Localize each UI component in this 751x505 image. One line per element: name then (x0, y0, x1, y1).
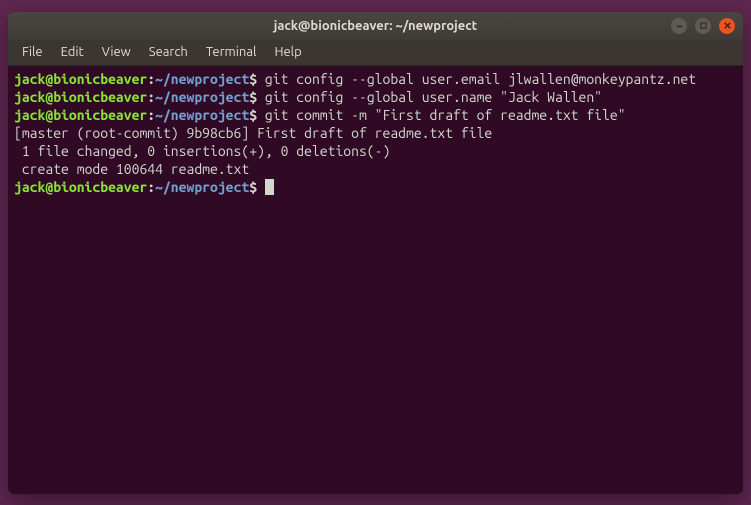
menu-edit[interactable]: Edit (53, 42, 92, 62)
window-title: jack@bionicbeaver: ~/newproject (274, 19, 477, 33)
menu-help[interactable]: Help (266, 42, 309, 62)
close-button[interactable] (719, 18, 735, 34)
prompt-dollar: $ (249, 89, 257, 105)
terminal-window: jack@bionicbeaver: ~/newproject File Edi… (8, 12, 743, 494)
command-line (257, 179, 265, 195)
output-line: [master (root-commit) 9b98cb6] First dra… (14, 125, 492, 141)
window-controls (671, 18, 735, 34)
prompt-user: jack@bionicbeaver (14, 107, 147, 123)
titlebar[interactable]: jack@bionicbeaver: ~/newproject (8, 12, 743, 40)
menubar: File Edit View Search Terminal Help (8, 40, 743, 66)
command-line: git config --global user.name "Jack Wall… (257, 89, 602, 105)
prompt-user: jack@bionicbeaver (14, 71, 147, 87)
prompt-dollar: $ (249, 107, 257, 123)
prompt-path: ~/newproject (155, 179, 249, 195)
cursor (265, 179, 274, 195)
prompt-dollar: $ (249, 179, 257, 195)
menu-file[interactable]: File (14, 42, 51, 62)
menu-terminal[interactable]: Terminal (198, 42, 265, 62)
menu-search[interactable]: Search (141, 42, 196, 62)
terminal-content[interactable]: jack@bionicbeaver:~/newproject$ git conf… (8, 66, 743, 494)
prompt-colon: : (147, 89, 155, 105)
command-line: git config --global user.email jlwallen@… (257, 71, 696, 87)
prompt-colon: : (147, 107, 155, 123)
menu-view[interactable]: View (94, 42, 139, 62)
prompt-user: jack@bionicbeaver (14, 179, 147, 195)
prompt-dollar: $ (249, 71, 257, 87)
prompt-path: ~/newproject (155, 71, 249, 87)
command-line: git commit -m "First draft of readme.txt… (257, 107, 625, 123)
maximize-button[interactable] (695, 18, 711, 34)
prompt-colon: : (147, 71, 155, 87)
prompt-path: ~/newproject (155, 107, 249, 123)
output-line: create mode 100644 readme.txt (14, 161, 249, 177)
maximize-icon (699, 21, 708, 30)
prompt-path: ~/newproject (155, 89, 249, 105)
prompt-user: jack@bionicbeaver (14, 89, 147, 105)
prompt-colon: : (147, 179, 155, 195)
minimize-icon (675, 21, 684, 30)
output-line: 1 file changed, 0 insertions(+), 0 delet… (14, 143, 390, 159)
minimize-button[interactable] (671, 18, 687, 34)
close-icon (723, 21, 732, 30)
